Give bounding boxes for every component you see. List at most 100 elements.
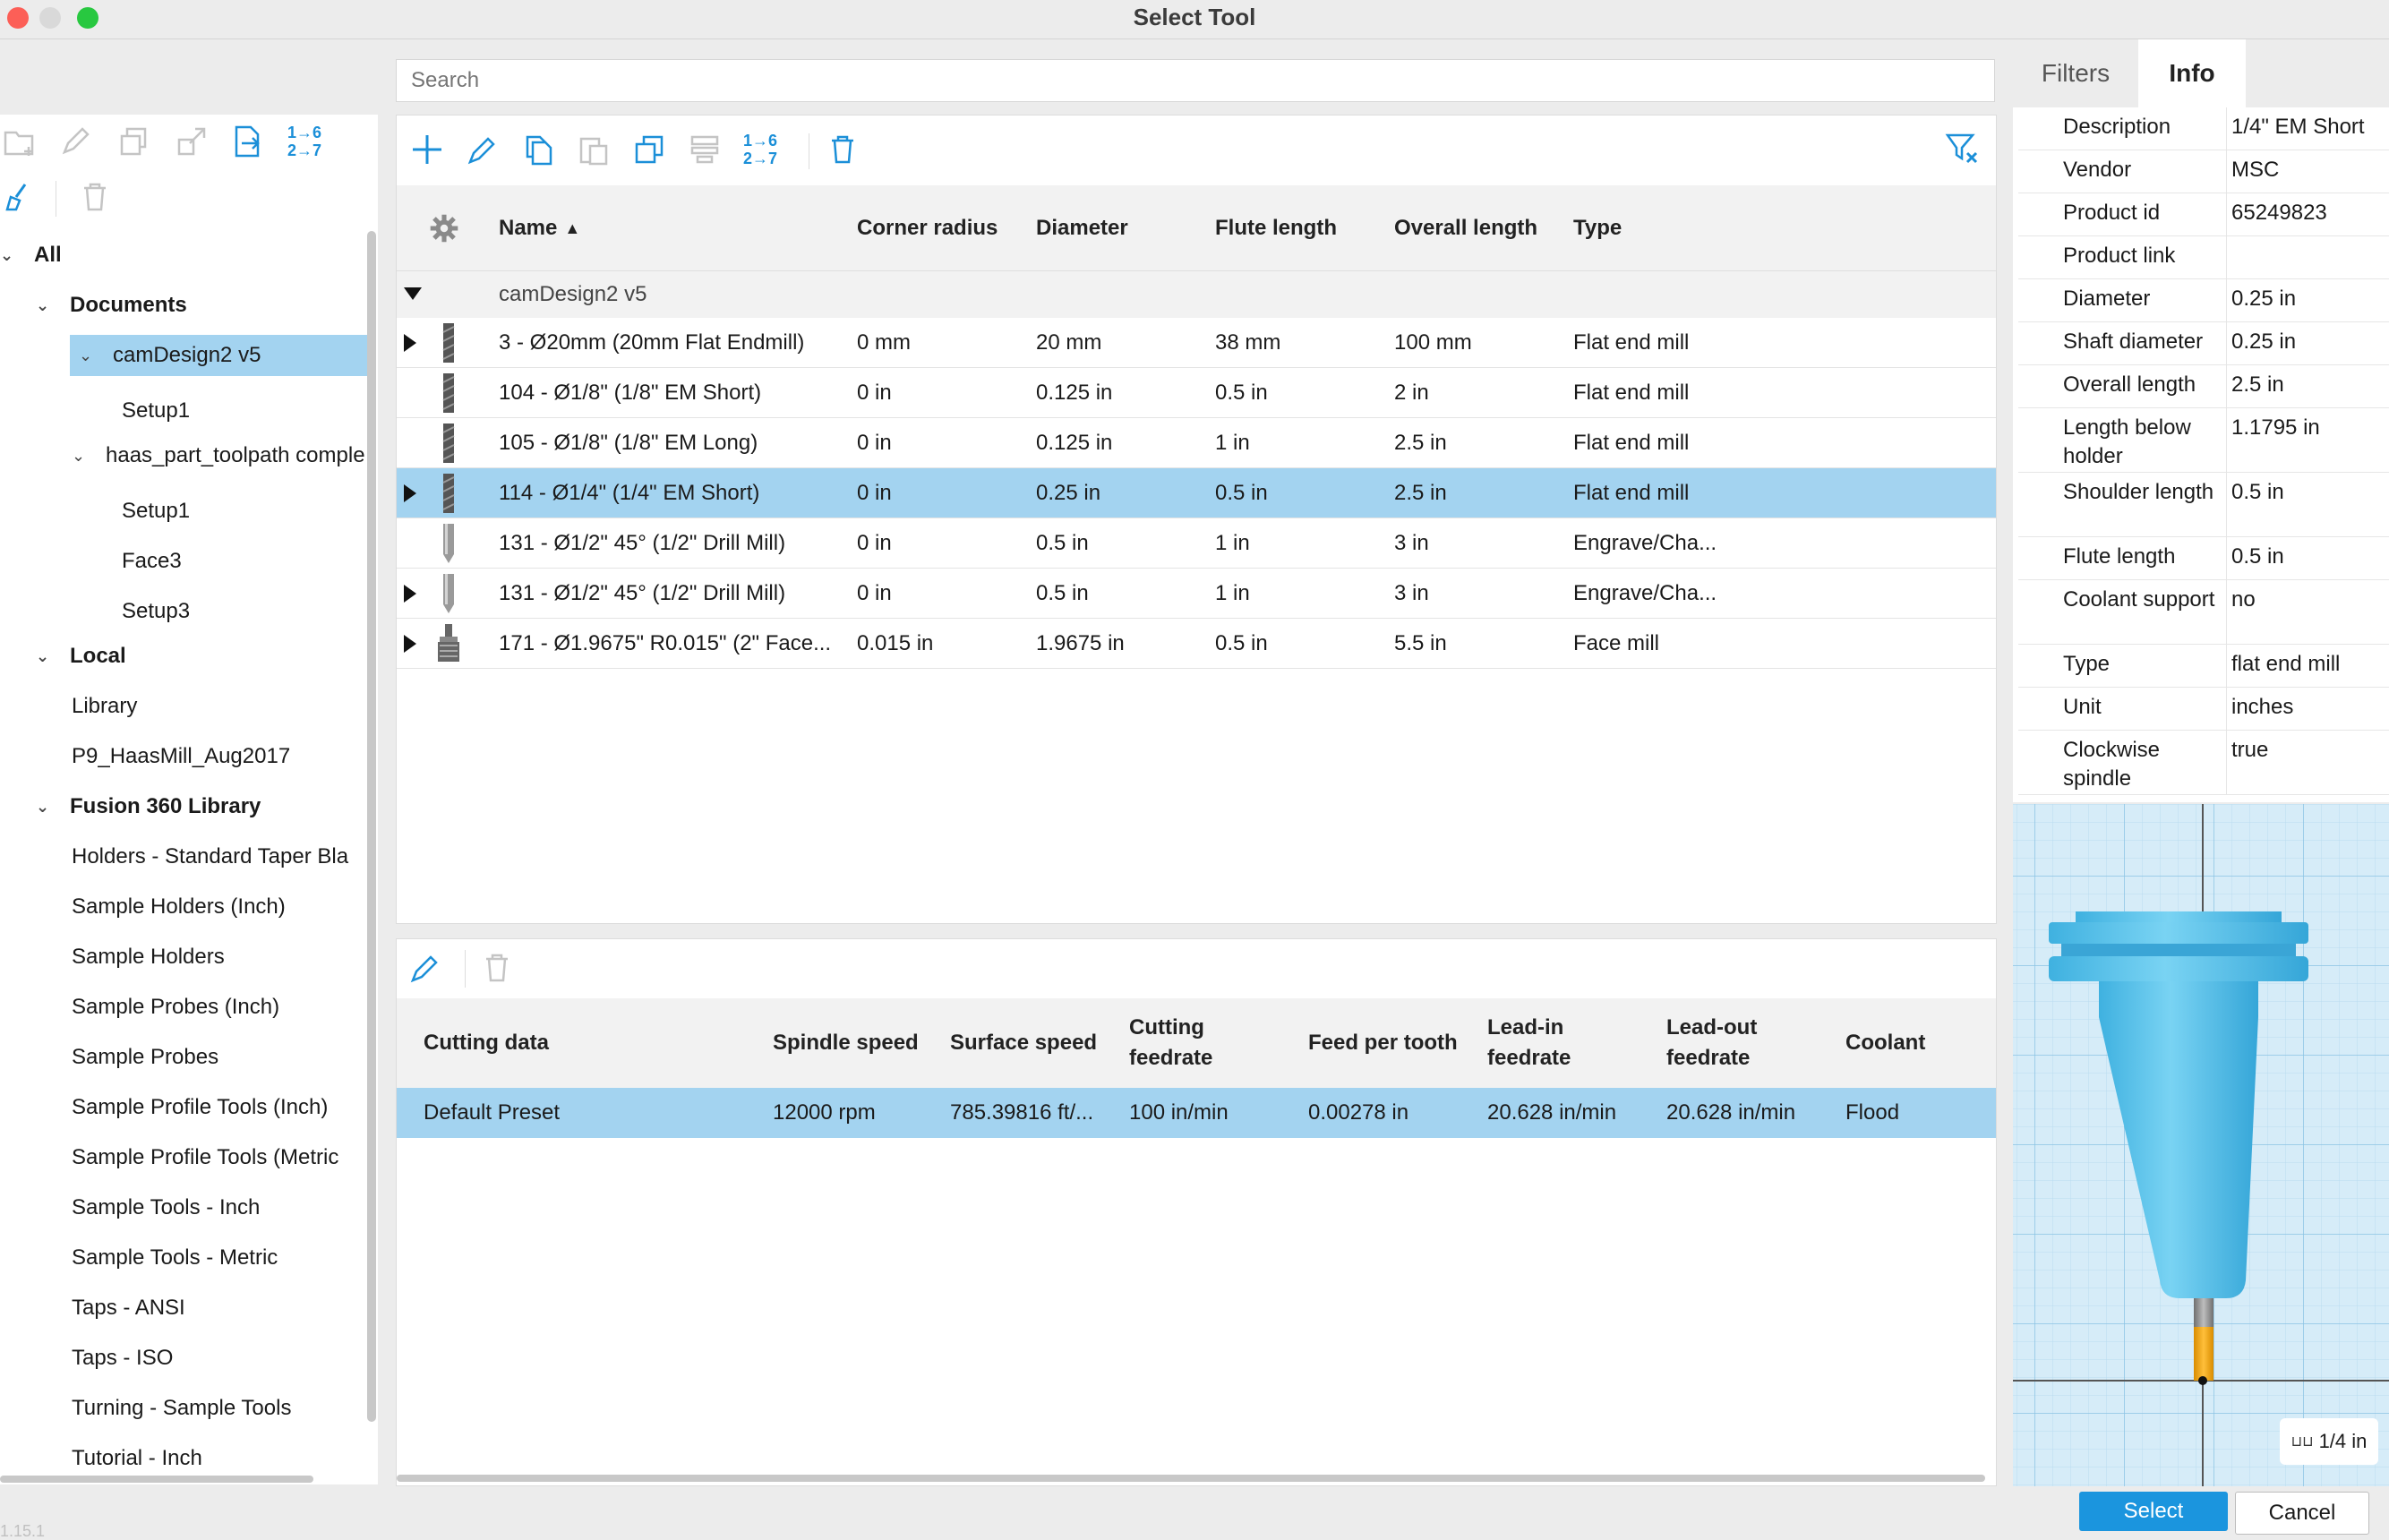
tool-row[interactable]: 171 - Ø1.9675" R0.015" (2" Face... 0.015 … [397, 619, 1996, 669]
tree-item[interactable]: Face3 [0, 541, 367, 582]
tree-item[interactable]: ⌄ Fusion 360 Library [0, 786, 367, 827]
info-separator [2226, 107, 2227, 150]
cleanup-brush-icon[interactable] [0, 177, 39, 217]
renumber-tools-icon[interactable]: 1→6 2→7 [741, 130, 780, 169]
tool-cell-name: 131 - Ø1/2" 45° (1/2" Drill Mill) [499, 581, 786, 605]
cutting-column-header[interactable]: Feed per tooth [1308, 998, 1458, 1088]
tree-item[interactable]: Sample Probes [0, 1037, 367, 1078]
import-icon[interactable] [227, 122, 267, 161]
search-input[interactable] [396, 59, 1995, 102]
tree-item[interactable]: Sample Holders (Inch) [0, 886, 367, 928]
tool-row[interactable]: 104 - Ø1/8" (1/8" EM Short) 0 in 0.125 in 0… [397, 368, 1996, 418]
cutting-column-header[interactable]: Spindle speed [773, 998, 919, 1088]
tree-item-label: Documents [70, 293, 187, 317]
tool-row[interactable]: 3 - Ø20mm (20mm Flat Endmill) 0 mm 20 mm 38… [397, 318, 1996, 368]
edit-tool-icon[interactable] [463, 130, 502, 169]
tree-item[interactable]: ⌄ haas_part_toolpath comple [0, 435, 367, 476]
renumber-icon[interactable]: 1→6 2→7 [285, 122, 324, 161]
expand-arrow-icon[interactable] [404, 585, 416, 603]
tree-item[interactable]: Library [0, 686, 367, 727]
cutting-cell: 100 in/min [1129, 1100, 1229, 1125]
tree-item[interactable]: ⌄ All [0, 235, 367, 276]
tool-list-panel: 1→6 2→7 Name ▲ Corner radius Diameter Flut… [396, 115, 1997, 924]
expand-arrow-icon[interactable] [404, 635, 416, 653]
chevron-down-icon[interactable]: ⌄ [36, 296, 57, 315]
tool-row[interactable]: 114 - Ø1/4" (1/4" EM Short) 0 in 0.25 in 0.… [397, 468, 1996, 518]
tree-item[interactable]: Taps - ISO [0, 1338, 367, 1379]
sidebar-horizontal-scrollbar[interactable] [0, 1476, 313, 1483]
cutting-column-header[interactable]: Surface speed [950, 998, 1097, 1088]
tool-cell-overall: 2.5 in [1394, 431, 1447, 455]
tool-cell-diameter: 0.125 in [1036, 431, 1113, 455]
info-separator [2226, 150, 2227, 192]
tree-item[interactable]: ⌄ camDesign2 v5 [70, 335, 369, 376]
tool-cell-name: 3 - Ø20mm (20mm Flat Endmill) [499, 330, 805, 355]
tool-group-row[interactable]: camDesign2 v5 [397, 271, 1996, 318]
tree-item[interactable]: Sample Profile Tools (Metric [0, 1137, 367, 1178]
tool-row[interactable]: 131 - Ø1/2" 45° (1/2" Drill Mill) 0 in 0.5… [397, 518, 1996, 569]
tree-item[interactable]: Sample Probes (Inch) [0, 987, 367, 1028]
tree-item[interactable]: Setup3 [0, 591, 367, 632]
tree-item[interactable]: Setup1 [0, 390, 367, 432]
column-header-overall-length[interactable]: Overall length [1394, 185, 1537, 271]
tree-item[interactable]: Setup1 [0, 491, 367, 532]
chevron-down-icon[interactable]: ⌄ [36, 798, 57, 817]
tool-cell-overall: 5.5 in [1394, 631, 1447, 655]
edit-preset-icon[interactable] [406, 948, 445, 988]
expand-arrow-icon[interactable] [404, 484, 416, 502]
clear-filter-icon[interactable] [1942, 128, 1982, 167]
column-header-type[interactable]: Type [1573, 185, 1622, 271]
flat-endmill-icon [442, 373, 455, 413]
group-collapse-icon[interactable] [404, 287, 422, 300]
tree-item[interactable]: Sample Holders [0, 937, 367, 978]
chevron-down-icon[interactable]: ⌄ [0, 246, 21, 265]
tool-row[interactable]: 105 - Ø1/8" (1/8" EM Long) 0 in 0.125 in 1 … [397, 418, 1996, 468]
info-separator [2226, 322, 2227, 364]
copy-tool-icon[interactable] [518, 130, 558, 169]
tab-filters[interactable]: Filters [2013, 39, 2138, 107]
tool-cell-overall: 3 in [1394, 531, 1429, 555]
cutting-data-toolbar [397, 939, 1996, 998]
toolbar-divider [465, 950, 466, 988]
info-key: Vendor [2063, 158, 2132, 182]
tree-item[interactable]: Sample Tools - Inch [0, 1187, 367, 1228]
delete-tool-icon[interactable] [823, 130, 862, 169]
column-settings-gear-icon[interactable] [429, 185, 459, 271]
duplicate-tool-icon[interactable] [629, 130, 669, 169]
tree-item-label: Sample Tools - Metric [72, 1245, 278, 1270]
cutting-column-header[interactable]: Coolant [1845, 998, 1925, 1088]
cutting-column-header[interactable]: Lead-in feedrate [1487, 998, 1571, 1088]
column-header-name[interactable]: Name ▲ [499, 185, 580, 271]
cutting-column-header[interactable]: Cutting data [424, 998, 549, 1088]
column-header-diameter[interactable]: Diameter [1036, 185, 1128, 271]
info-separator [2226, 580, 2227, 644]
expand-arrow-icon[interactable] [404, 334, 416, 352]
tree-item[interactable]: ⌄ Local [0, 636, 367, 677]
cutting-preset-row[interactable]: Default Preset 12000 rpm 785.39816 ft/... 1… [397, 1088, 1996, 1138]
cutting-horizontal-scrollbar[interactable] [397, 1475, 1985, 1482]
cancel-button[interactable]: Cancel [2235, 1492, 2369, 1535]
column-header-flute-length[interactable]: Flute length [1215, 185, 1337, 271]
cutting-column-header[interactable]: Cutting feedrate [1129, 998, 1212, 1088]
chevron-down-icon[interactable]: ⌄ [72, 447, 93, 466]
chevron-down-icon[interactable]: ⌄ [79, 346, 100, 365]
tree-item[interactable]: ⌄ Documents [0, 285, 367, 326]
info-key: Type [2063, 652, 2111, 676]
tree-item[interactable]: Sample Profile Tools (Inch) [0, 1087, 367, 1128]
tree-item[interactable]: P9_HaasMill_Aug2017 [0, 736, 367, 777]
info-row: Shaft diameter 0.25 in [2018, 322, 2389, 365]
tree-item[interactable]: Turning - Sample Tools [0, 1388, 367, 1429]
add-tool-icon[interactable] [407, 130, 447, 169]
select-button[interactable]: Select [2079, 1492, 2228, 1531]
chevron-down-icon[interactable]: ⌄ [36, 647, 57, 666]
tree-item[interactable]: Tutorial - Inch [0, 1438, 367, 1479]
tree-item-label: Taps - ANSI [72, 1296, 185, 1320]
tool-row[interactable]: 131 - Ø1/2" 45° (1/2" Drill Mill) 0 in 0.5… [397, 569, 1996, 619]
tree-item[interactable]: Sample Tools - Metric [0, 1237, 367, 1279]
cutting-column-header[interactable]: Lead-out feedrate [1666, 998, 1757, 1088]
column-header-corner-radius[interactable]: Corner radius [857, 185, 998, 271]
sidebar-scrollbar[interactable] [367, 231, 376, 1422]
tree-item[interactable]: Holders - Standard Taper Bla [0, 836, 367, 877]
tree-item[interactable]: Taps - ANSI [0, 1288, 367, 1329]
tab-info[interactable]: Info [2138, 39, 2246, 107]
